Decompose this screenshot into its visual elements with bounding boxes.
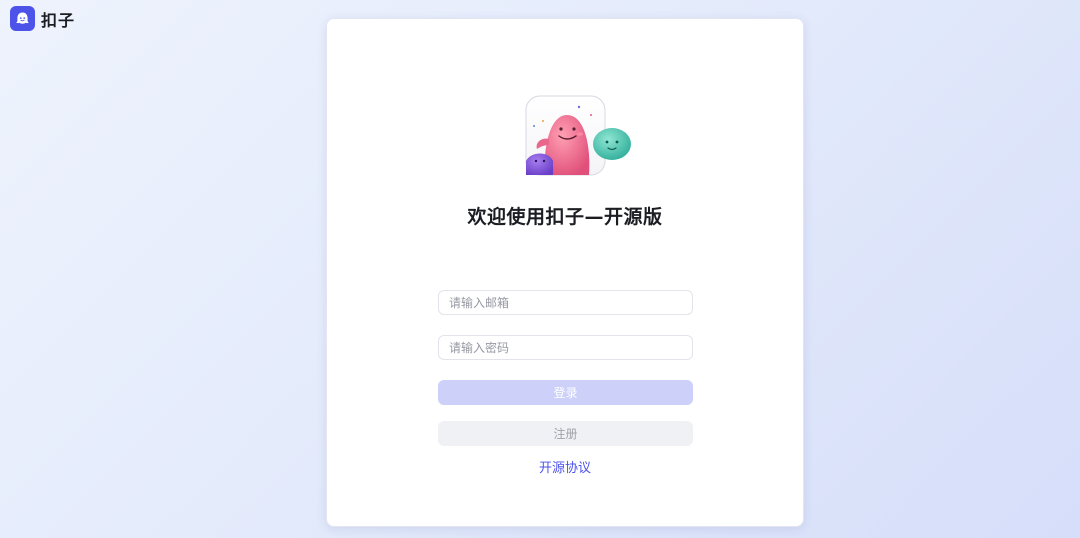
ghost-logo-icon [10,6,35,31]
brand-header: 扣子 [10,6,75,31]
open-source-license-link[interactable]: 开源协议 [327,457,803,476]
register-button[interactable]: 注册 [438,421,693,446]
email-field[interactable] [438,290,693,315]
login-card: 欢迎使用扣子—开源版 登录 注册 开源协议 [326,18,804,527]
mascot-illustration [525,95,635,179]
welcome-title: 欢迎使用扣子—开源版 [467,206,663,228]
brand-name: 扣子 [41,10,76,30]
login-button[interactable]: 登录 [438,380,693,405]
password-field[interactable] [438,335,693,360]
